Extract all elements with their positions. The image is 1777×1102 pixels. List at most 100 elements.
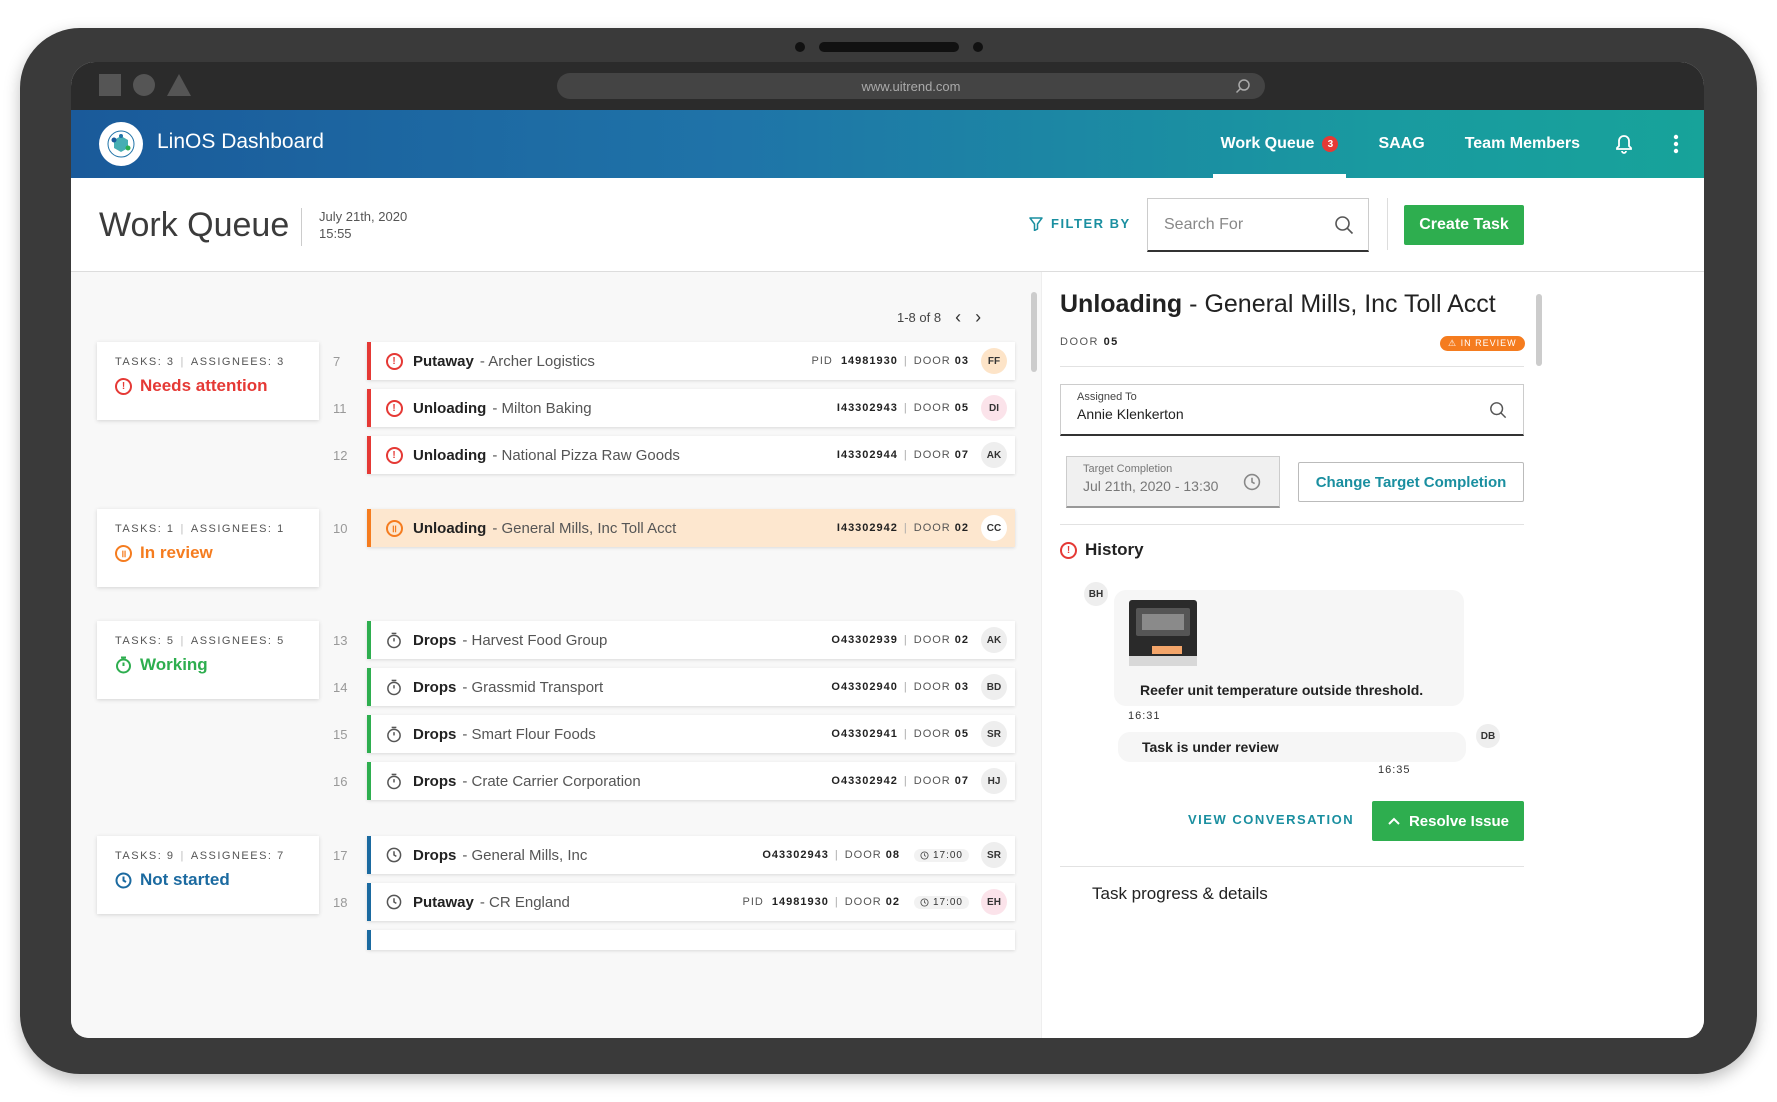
pause-icon: ॥	[385, 519, 403, 537]
search-icon[interactable]	[1489, 401, 1507, 419]
header-time: 15:55	[319, 226, 352, 241]
message-text: Task is under review	[1142, 739, 1279, 755]
task-row-partial[interactable]	[367, 930, 1015, 950]
chevron-up-icon	[1388, 817, 1400, 825]
group-working[interactable]: TASKS: 5 | ASSIGNEES: 5 Working	[97, 621, 319, 699]
row-number: 11	[333, 401, 347, 416]
task-row[interactable]: Putaway - CR England PID 14981930 | DOOR 02…	[367, 883, 1015, 921]
alert-icon: !	[1060, 541, 1077, 559]
task-row[interactable]: ! Putaway - Archer Logistics PID 1498193…	[367, 342, 1015, 380]
task-row[interactable]: Drops - General Mills, Inc O43302943 | DOO…	[367, 836, 1015, 874]
triangle-icon	[167, 74, 191, 96]
task-row-selected[interactable]: ॥ Unloading - General Mills, Inc Toll Ac…	[367, 509, 1015, 547]
target-value: Jul 21th, 2020 - 13:30	[1083, 478, 1219, 494]
detail-title: Unloading - General Mills, Inc Toll Acct	[1060, 290, 1496, 318]
change-target-completion-button[interactable]: Change Target Completion	[1298, 462, 1524, 502]
due-time: 17:00	[913, 895, 969, 909]
group-meta: TASKS: 1 | ASSIGNEES: 1	[115, 523, 285, 535]
avatar[interactable]: BH	[1084, 582, 1108, 606]
row-number: 16	[333, 774, 348, 789]
group-not-started[interactable]: TASKS: 9 | ASSIGNEES: 7 Not started	[97, 836, 319, 914]
search-icon[interactable]	[1334, 215, 1354, 235]
avatar[interactable]: AK	[981, 442, 1007, 468]
avatar[interactable]: DB	[1476, 724, 1500, 748]
avatar[interactable]: AK	[981, 627, 1007, 653]
message-time: 16:35	[1378, 764, 1411, 776]
group-status: ! Needs attention	[115, 376, 301, 396]
message-text: Reefer unit temperature outside threshol…	[1140, 682, 1424, 698]
avatar[interactable]: FF	[981, 348, 1007, 374]
avatar[interactable]: BD	[981, 674, 1007, 700]
nav-saag-label: SAAG	[1378, 135, 1425, 152]
task-row[interactable]: ! Unloading - Milton Baking I43302943 | DO…	[367, 389, 1015, 427]
alert-icon: !	[385, 399, 403, 417]
task-client: - General Mills, Inc	[462, 846, 588, 864]
scrollbar[interactable]	[1031, 292, 1037, 372]
avatar[interactable]: DI	[981, 395, 1007, 421]
row-number: 13	[333, 633, 348, 648]
nav-work-queue[interactable]: Work Queue 3	[1201, 110, 1359, 178]
row-number: 18	[333, 895, 348, 910]
nav-saag[interactable]: SAAG	[1358, 110, 1444, 178]
page-title: Work Queue	[99, 206, 290, 244]
avatar[interactable]: EH	[981, 889, 1007, 915]
task-meta: O43302941 | DOOR 05	[831, 728, 969, 740]
task-type: Drops	[413, 846, 457, 864]
page-header: Work Queue July 21th, 2020 15:55 FILTER …	[71, 178, 1704, 272]
camera-notch	[794, 42, 983, 52]
avatar[interactable]: SR	[981, 721, 1007, 747]
task-row[interactable]: ! Unloading - National Pizza Raw Goods I…	[367, 436, 1015, 474]
pager-text: 1-8 of 8	[897, 310, 942, 325]
avatar[interactable]: CC	[981, 515, 1007, 541]
divider	[1060, 524, 1524, 525]
task-queue-pane: 1-8 of 8 ‹ › TASKS: 3 | ASSIGNEES: 3 ! Nee…	[71, 272, 1041, 1038]
app-title: LinOS Dashboard	[157, 130, 324, 153]
group-in-review[interactable]: TASKS: 1 | ASSIGNEES: 1 ॥ In review	[97, 509, 319, 587]
task-row[interactable]: Drops - Smart Flour Foods O43302941 | DOOR…	[367, 715, 1015, 753]
search-placeholder: Search For	[1164, 215, 1244, 233]
url-bar[interactable]: www.uitrend.com	[557, 73, 1265, 99]
task-type: Unloading	[413, 446, 487, 464]
stopwatch-icon	[385, 631, 403, 649]
stopwatch-icon	[385, 678, 403, 696]
task-type: Drops	[413, 631, 457, 649]
avatar[interactable]: HJ	[981, 768, 1007, 794]
bell-icon[interactable]	[1600, 110, 1648, 178]
more-vertical-icon[interactable]	[1648, 110, 1704, 178]
stopwatch-icon	[385, 772, 403, 790]
chevron-right-icon[interactable]: ›	[975, 307, 981, 328]
row-number: 17	[333, 848, 348, 863]
group-needs-attention[interactable]: TASKS: 3 | ASSIGNEES: 3 ! Needs attention	[97, 342, 319, 420]
search-input[interactable]: Search For	[1147, 198, 1369, 252]
pause-icon: ॥	[115, 544, 132, 562]
scrollbar[interactable]	[1536, 294, 1542, 366]
search-icon[interactable]	[1235, 78, 1251, 94]
alert-icon: !	[385, 446, 403, 464]
avatar[interactable]: SR	[981, 842, 1007, 868]
history-heading: ! History	[1060, 540, 1144, 560]
nav-team-members[interactable]: Team Members	[1445, 110, 1600, 178]
app-logo-icon[interactable]	[99, 122, 143, 166]
divider	[1060, 366, 1524, 367]
assigned-to-field[interactable]: Assigned To Annie Klenkerton	[1060, 384, 1524, 436]
clock-icon	[920, 850, 929, 860]
chevron-left-icon[interactable]: ‹	[955, 307, 961, 328]
square-icon	[99, 74, 121, 96]
header-datetime: July 21th, 2020 15:55	[319, 208, 407, 242]
task-meta: PID 14981930 | DOOR 02 17:00	[743, 883, 969, 921]
task-row[interactable]: Drops - Harvest Food Group O43302939 | DOO…	[367, 621, 1015, 659]
create-task-button[interactable]: Create Task	[1404, 205, 1524, 245]
alert-icon: !	[115, 377, 132, 395]
task-row[interactable]: Drops - Grassmid Transport O43302940 | DOO…	[367, 668, 1015, 706]
task-meta: O43302940 | DOOR 03	[831, 681, 969, 693]
task-progress-heading[interactable]: Task progress & details	[1092, 884, 1268, 904]
resolve-issue-button[interactable]: Resolve Issue	[1372, 801, 1524, 841]
task-client: - Smart Flour Foods	[462, 725, 596, 743]
header-date: July 21th, 2020	[319, 209, 408, 224]
task-row[interactable]: Drops - Crate Carrier Corporation O43302…	[367, 762, 1015, 800]
view-conversation-link[interactable]: VIEW CONVERSATION	[1188, 812, 1354, 827]
due-time: 17:00	[913, 848, 969, 862]
reefer-unit-image[interactable]	[1128, 598, 1198, 668]
task-meta: O43302943 | DOOR 08 17:00	[758, 836, 969, 874]
filter-button[interactable]: FILTER BY	[1029, 216, 1131, 231]
